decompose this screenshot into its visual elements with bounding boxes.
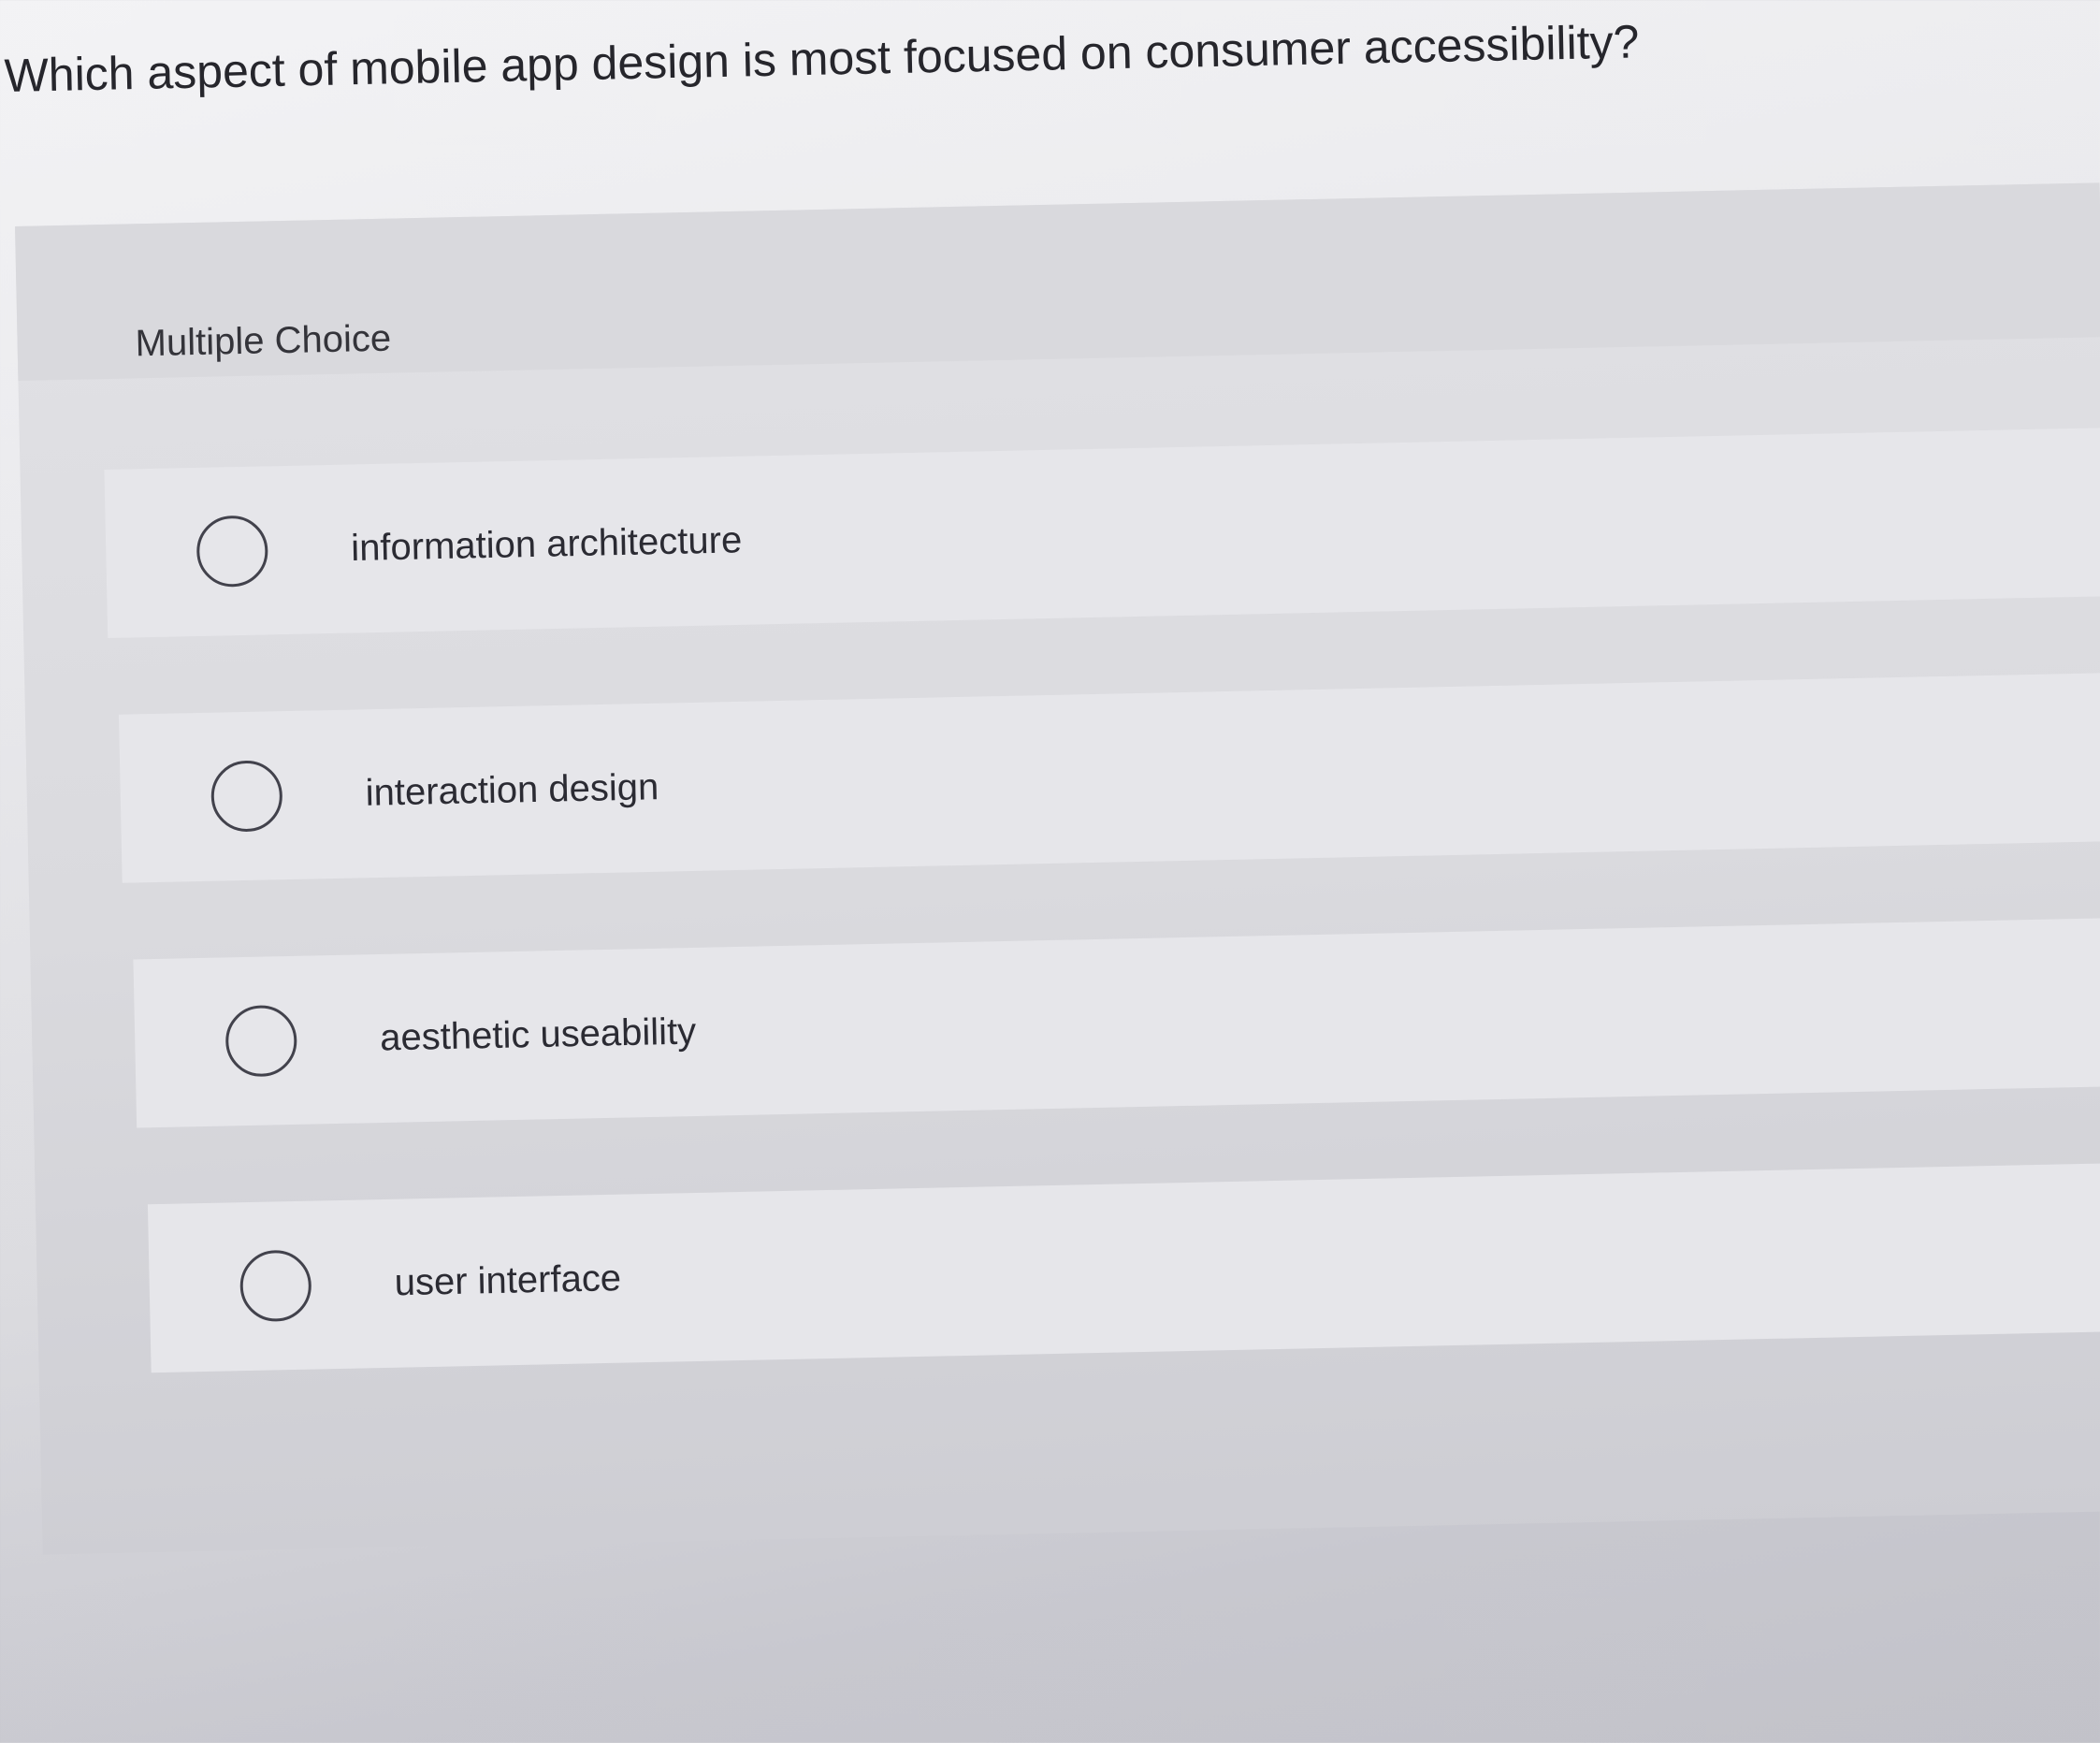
panel-header: Multiple Choice <box>15 182 2100 381</box>
option-information-architecture[interactable]: information architecture <box>104 428 2100 639</box>
multiple-choice-panel: Multiple Choice information architecture… <box>15 182 2100 1555</box>
option-label[interactable]: information architecture <box>351 519 743 570</box>
radio-button[interactable] <box>196 515 269 588</box>
radio-button[interactable] <box>210 760 283 833</box>
option-aesthetic-useability[interactable]: aesthetic useability <box>133 918 2100 1128</box>
option-label[interactable]: aesthetic useability <box>380 1010 697 1059</box>
radio-button[interactable] <box>224 1004 298 1078</box>
option-label[interactable]: user interface <box>394 1257 621 1304</box>
radio-button[interactable] <box>239 1249 312 1323</box>
question-text: Which aspect of mobile app design is mos… <box>4 15 1640 102</box>
option-interaction-design[interactable]: interaction design <box>118 673 2100 883</box>
question-type-label: Multiple Choice <box>135 317 392 365</box>
option-label[interactable]: interaction design <box>365 766 659 815</box>
option-user-interface[interactable]: user interface <box>147 1163 2100 1373</box>
